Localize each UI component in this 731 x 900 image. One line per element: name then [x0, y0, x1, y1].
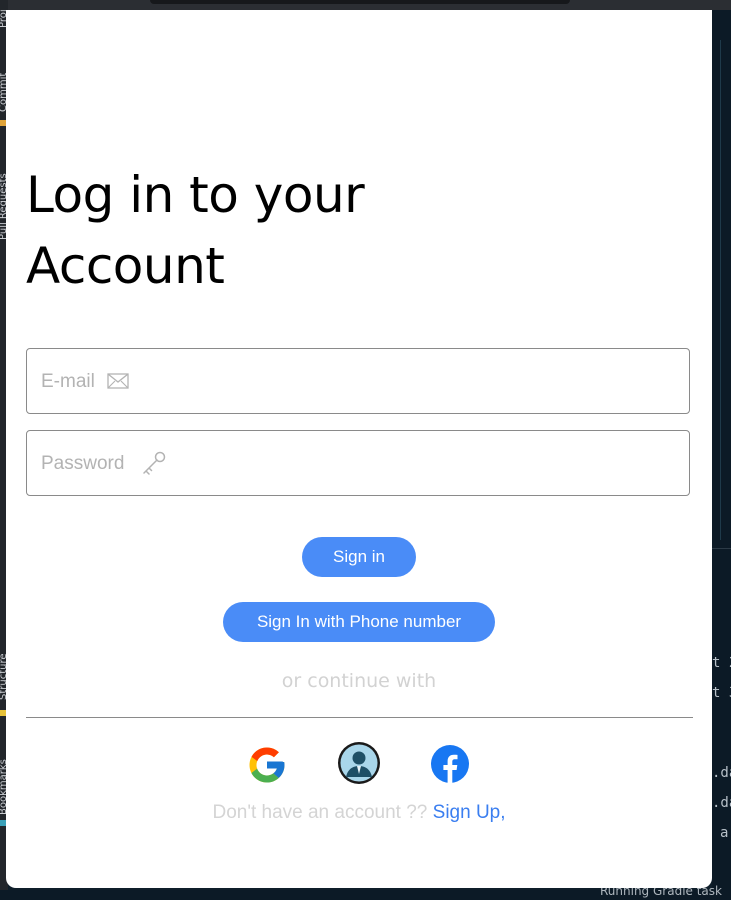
- password-placeholder: Password: [41, 453, 125, 474]
- ide-top-notch: [150, 0, 570, 4]
- email-placeholder: E-mail: [41, 371, 95, 392]
- phone-sign-in-button[interactable]: Sign In with Phone number: [223, 602, 495, 642]
- editor-separator: [712, 548, 731, 549]
- code-fragment: a: [720, 825, 729, 841]
- title-line-2: Account: [26, 237, 225, 295]
- login-screen: Log in to your Account E-mail Password S…: [6, 10, 712, 888]
- email-field[interactable]: E-mail: [26, 348, 690, 414]
- ide-top-bar: [0, 0, 731, 10]
- no-account-text: Don't have an account ??: [212, 802, 428, 823]
- guest-avatar-icon[interactable]: [337, 741, 381, 785]
- google-icon[interactable]: [246, 744, 288, 786]
- code-fragment: t 3: [712, 685, 731, 701]
- sign-in-button[interactable]: Sign in: [302, 537, 416, 577]
- divider: [26, 717, 693, 718]
- envelope-icon: [107, 373, 129, 394]
- code-fragment: .da: [712, 795, 731, 811]
- password-field[interactable]: Password: [26, 430, 690, 496]
- key-icon: [141, 451, 167, 480]
- sign-up-link[interactable]: Sign Up,: [433, 802, 506, 823]
- page-title: Log in to your Account: [26, 160, 365, 302]
- code-fragment: t 2: [712, 655, 731, 671]
- facebook-icon[interactable]: [430, 744, 470, 784]
- title-line-1: Log in to your: [26, 166, 365, 224]
- code-fragment: .da: [712, 765, 731, 781]
- editor-guide-line: [720, 40, 721, 540]
- ide-editor-edge: t 2 t 3 .da .da a: [712, 10, 731, 890]
- signup-prompt: Don't have an account ?? Sign Up,: [6, 802, 712, 824]
- continue-with-label: or continue with: [281, 670, 437, 692]
